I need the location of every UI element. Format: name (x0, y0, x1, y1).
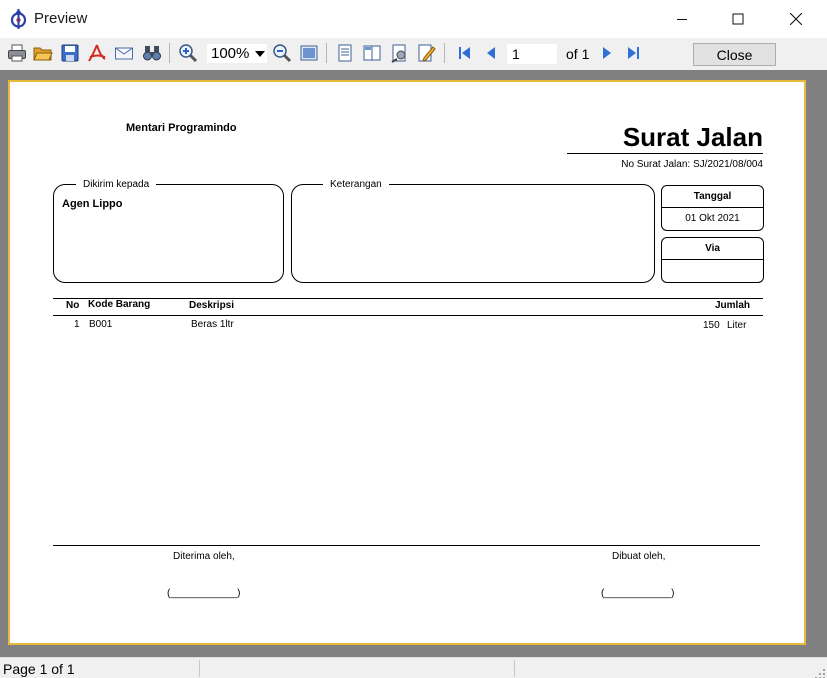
status-bar: Page 1 of 1 (0, 657, 827, 678)
report-page: Mentari Programindo Surat Jalan No Surat… (8, 80, 806, 645)
single-page-button[interactable] (334, 42, 356, 64)
recipient-name: Agen Lippo (62, 198, 123, 210)
zoom-out-button[interactable] (271, 42, 293, 64)
preview-window: Preview 100% 1 of 1 Close Mentari Progra… (0, 0, 827, 678)
maximize-icon (732, 13, 744, 25)
page-width-button[interactable] (298, 42, 320, 64)
document-number: No Surat Jalan: SJ/2021/08/004 (621, 159, 763, 170)
header-kode-barang: Kode Barang (88, 299, 151, 310)
status-divider (514, 660, 515, 677)
received-by-label: Diterima oleh, (173, 551, 235, 562)
keterangan-box: Keterangan (291, 178, 655, 283)
minimize-button[interactable] (659, 0, 705, 38)
page-number-input[interactable] (507, 44, 557, 64)
email-icon (115, 47, 133, 60)
zoom-select[interactable]: 100% (207, 44, 267, 63)
table-top-rule (53, 298, 763, 299)
print-icon (8, 44, 26, 62)
window-close-button[interactable] (773, 0, 819, 38)
title-underline (567, 153, 763, 154)
via-box: Via (661, 237, 764, 283)
print-button[interactable] (6, 42, 28, 64)
resize-grip-icon[interactable] (815, 666, 825, 678)
table-header-rule (53, 315, 763, 316)
edit-icon (418, 44, 436, 62)
preview-area[interactable]: Mentari Programindo Surat Jalan No Surat… (0, 70, 827, 657)
close-button[interactable]: Close (693, 43, 776, 66)
received-signature-line: (____________) (167, 588, 241, 599)
open-button[interactable] (32, 42, 54, 64)
next-page-button[interactable] (596, 42, 618, 64)
row-deskripsi: Beras 1ltr (191, 319, 234, 330)
close-icon (790, 13, 802, 25)
company-name: Mentari Programindo (126, 122, 237, 134)
minimize-icon (677, 19, 687, 20)
maximize-button[interactable] (715, 0, 761, 38)
last-page-button[interactable] (623, 42, 645, 64)
zoom-in-icon (179, 44, 198, 63)
header-jumlah: Jumlah (715, 300, 751, 311)
window-title: Preview (34, 10, 88, 27)
preview-app-icon (9, 9, 28, 29)
toolbar: 100% 1 of 1 Close (0, 38, 827, 70)
first-page-icon (459, 47, 470, 59)
row-no: 1 (74, 319, 80, 330)
dikirim-kepada-label: Dikirim kepada (76, 178, 157, 191)
row-kode-barang: B001 (89, 319, 113, 330)
row-qty: 150 (703, 320, 720, 331)
save-button[interactable] (59, 42, 81, 64)
single-page-icon (338, 44, 352, 62)
pdf-export-icon (88, 44, 106, 62)
zoom-out-icon (273, 44, 292, 63)
made-by-label: Dibuat oleh, (612, 551, 666, 562)
email-button[interactable] (113, 42, 135, 64)
zoom-in-button[interactable] (177, 42, 199, 64)
previous-page-icon (487, 47, 495, 59)
status-divider (199, 660, 200, 677)
toolbar-separator (444, 43, 445, 63)
row-unit: Liter (727, 320, 747, 331)
keterangan-label: Keterangan (323, 178, 389, 191)
page-setup-icon (391, 44, 406, 63)
open-icon (33, 47, 53, 61)
footer-rule (53, 545, 760, 546)
toolbar-separator (326, 43, 327, 63)
header-deskripsi: Deskripsi (189, 300, 235, 311)
made-signature-line: (____________) (601, 588, 675, 599)
title-bar: Preview (0, 0, 827, 38)
edit-button[interactable] (415, 42, 437, 64)
via-label: Via (662, 238, 763, 260)
header-no: No (66, 300, 80, 311)
save-icon (61, 44, 79, 62)
surat-jalan-document: Mentari Programindo Surat Jalan No Surat… (10, 82, 804, 643)
find-button[interactable] (141, 42, 163, 64)
toolbar-separator (169, 43, 170, 63)
first-page-button[interactable] (453, 42, 475, 64)
page-status: Page 1 of 1 (3, 661, 75, 677)
tanggal-label: Tanggal (662, 186, 763, 208)
find-icon (143, 46, 161, 61)
previous-page-button[interactable] (480, 42, 502, 64)
zoom-value: 100% (211, 45, 250, 62)
tanggal-box: Tanggal 01 Okt 2021 (661, 185, 764, 231)
two-pages-button[interactable] (361, 42, 383, 64)
page-setup-button[interactable] (388, 42, 410, 64)
two-pages-icon (363, 45, 381, 61)
next-page-icon (603, 47, 611, 59)
tanggal-value: 01 Okt 2021 (685, 213, 740, 224)
page-width-icon (300, 45, 318, 61)
chevron-down-icon (255, 51, 265, 57)
pdf-export-button[interactable] (86, 42, 108, 64)
dikirim-kepada-box: Dikirim kepada Agen Lippo (53, 178, 284, 283)
document-title: Surat Jalan (622, 122, 763, 152)
page-count-label: of 1 (566, 46, 590, 62)
last-page-icon (628, 47, 639, 59)
